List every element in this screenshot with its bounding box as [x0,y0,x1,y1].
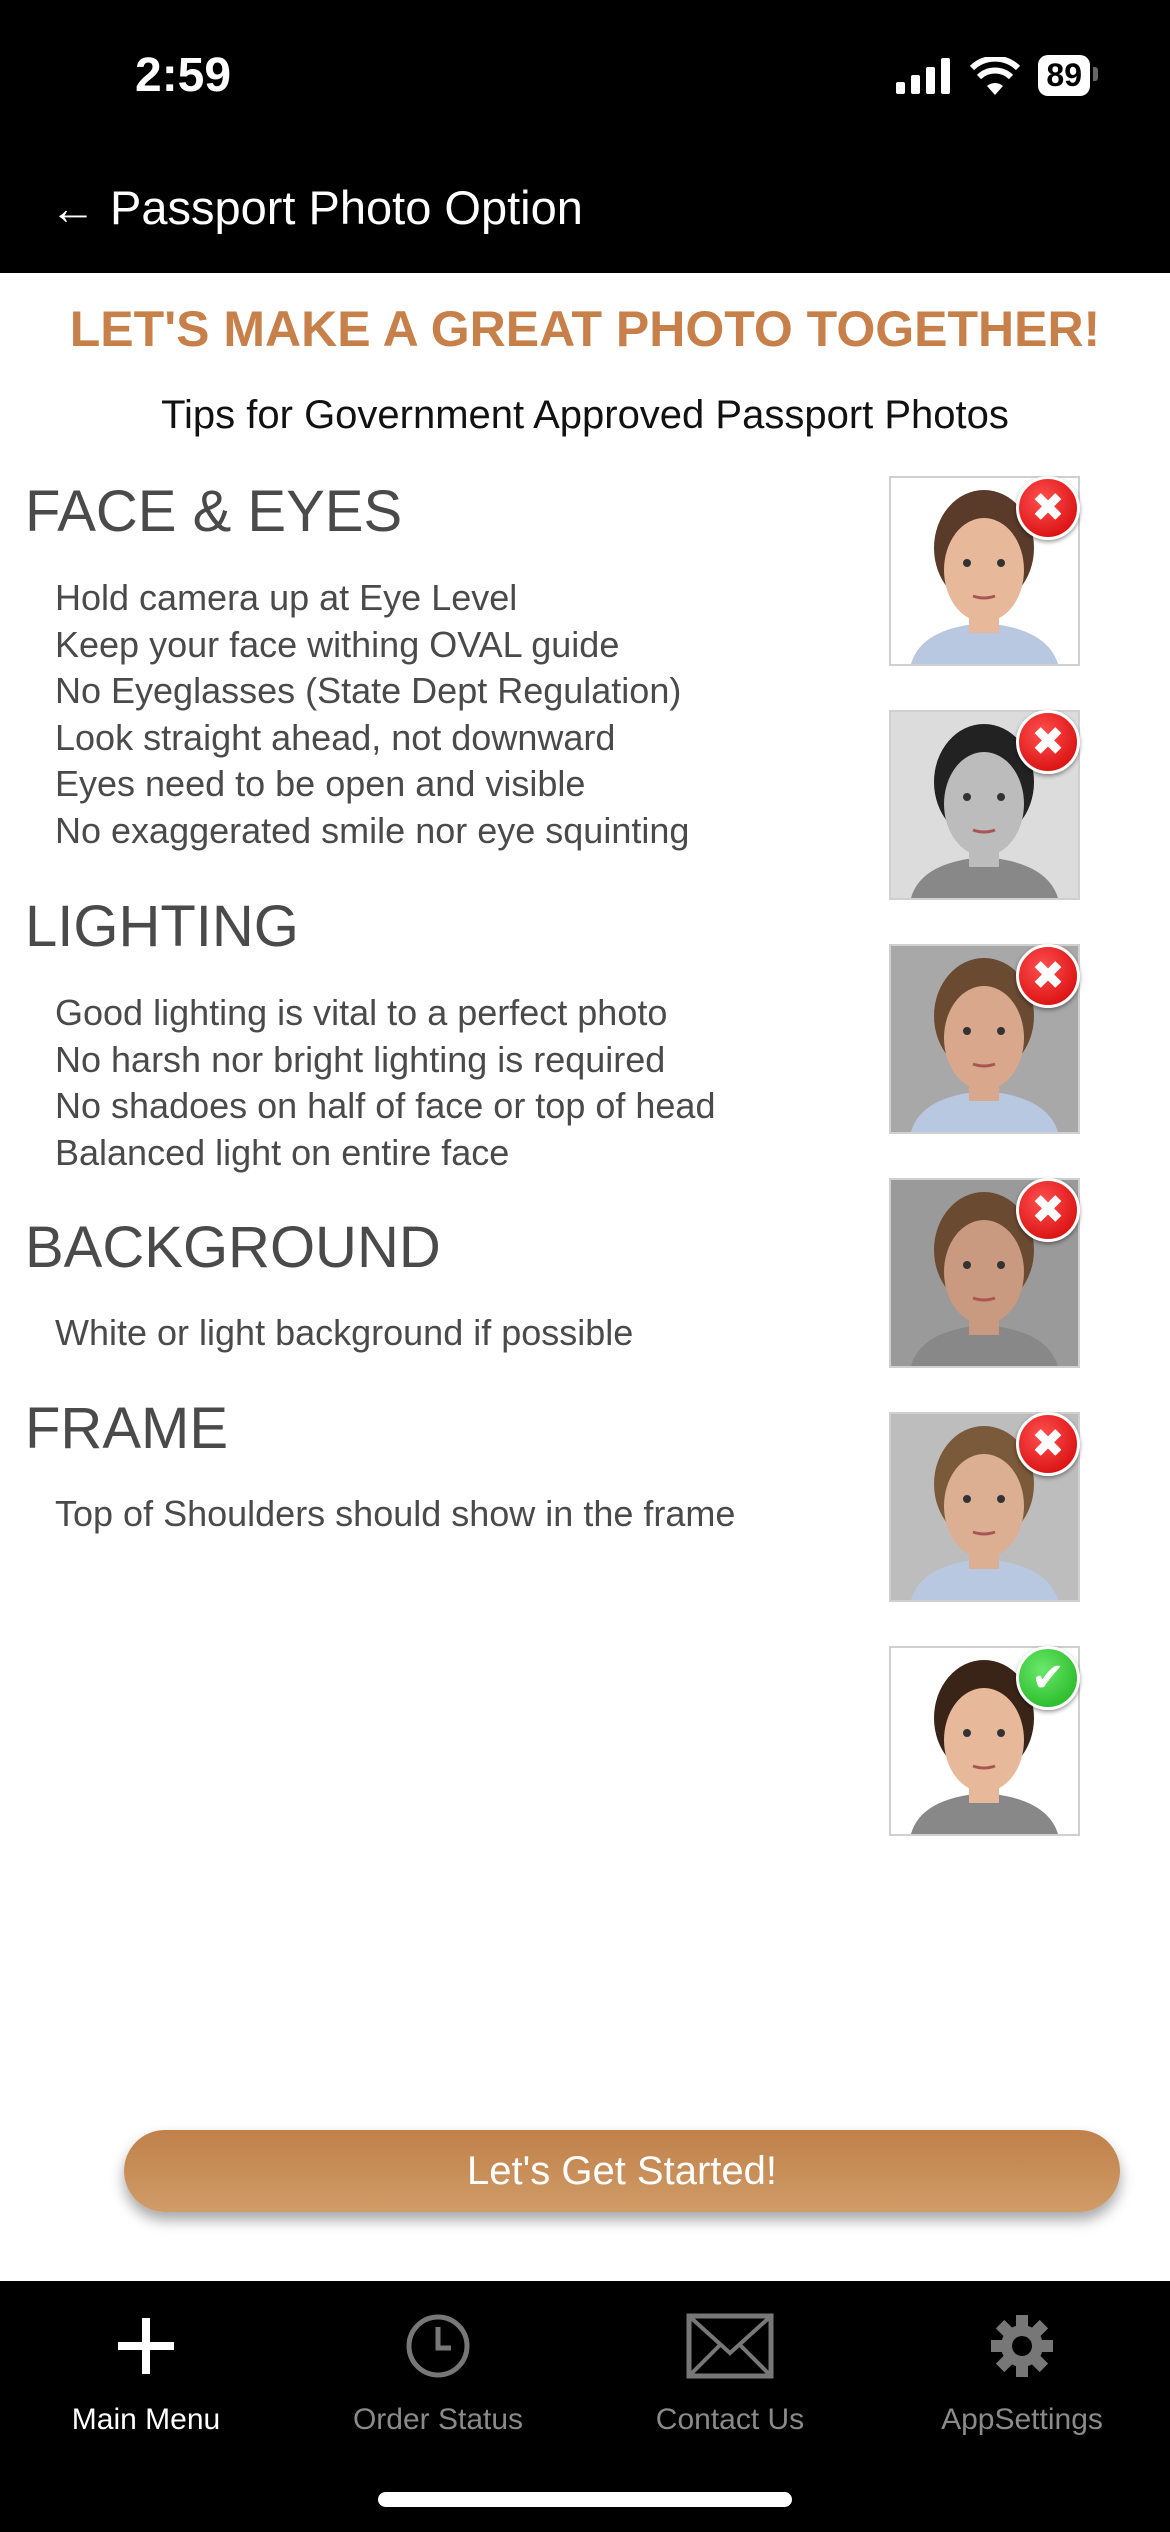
subtitle: Tips for Government Approved Passport Ph… [161,393,1009,437]
tip: Eyes need to be open and visible [55,763,586,804]
tip: Good lighting is vital to a perfect phot… [55,992,668,1033]
tab-contact-us[interactable]: Contact Us [584,2311,876,2437]
cellular-signal-icon [896,57,951,94]
arrow-left-icon[interactable]: ← [50,181,96,235]
tab-label: Contact Us [655,2403,805,2436]
tips-list: Good lighting is vital to a perfect phot… [55,990,715,1176]
main-title: LET'S MAKE A GREAT PHOTO TOGETHER! [69,301,1101,357]
tip: No exaggerated smile nor eye squinting [55,809,690,851]
example-photo: ✖ [889,944,1080,1134]
wifi-icon [970,56,1021,95]
tip: White or light background if possible [55,1312,634,1353]
section-heading: FRAME [25,1396,228,1461]
x-icon: ✖ [1016,1412,1080,1476]
example-photo: ✖ [889,710,1080,900]
tip: Top of Shoulders should show in the fram… [55,1493,736,1534]
tab-label: Order Status [352,2403,524,2436]
section-heading: FACE & EYES [25,479,403,544]
tip: Keep your face withing OVAL guide [55,623,620,665]
tip: Hold camera up at Eye Level [55,577,518,618]
example-photo: ✖ [889,1178,1080,1368]
tip: No Eyeglasses (State Dept Regulation) [55,670,682,711]
nav-header: ← Passport Photo Option [50,180,583,235]
home-indicator[interactable] [378,2492,792,2507]
tip: Look straight ahead, not downward [55,716,616,758]
tab-label: AppSettings [941,2403,1103,2436]
clock-icon [406,2314,470,2378]
get-started-button[interactable]: Let's Get Started! [124,2130,1120,2212]
tab-label: Main Menu [71,2403,221,2436]
gear-icon [991,2315,1053,2377]
x-icon: ✖ [1016,944,1080,1008]
battery-icon: 89 [1038,55,1098,96]
envelope-icon [686,2313,774,2379]
top-bar: 2:59 89 ← Passport Photo Option [0,0,1170,273]
tip: No harsh nor bright lighting is required [55,1038,666,1080]
x-icon: ✖ [1016,1178,1080,1242]
tab-main-menu[interactable]: Main Menu [0,2311,292,2437]
tab-order-status[interactable]: Order Status [292,2311,584,2437]
x-icon: ✖ [1016,476,1080,540]
tips-list: Hold camera up at Eye Level Keep your fa… [55,575,689,854]
example-photo: ✖ [889,1412,1080,1602]
status-icons: 89 [896,55,1098,96]
tips-list: Top of Shoulders should show in the fram… [55,1491,735,1538]
x-icon: ✖ [1016,710,1080,774]
section-heading: LIGHTING [25,894,299,959]
check-icon: ✔ [1016,1646,1080,1710]
example-photo: ✖ [889,476,1080,666]
plus-icon [118,2318,174,2374]
status-time: 2:59 [135,49,232,102]
page-title: Passport Photo Option [110,181,583,234]
tip: Balanced light on entire face [55,1131,510,1173]
tab-app-settings[interactable]: AppSettings [876,2311,1168,2437]
section-heading: BACKGROUND [25,1215,441,1280]
tip: No shadoes on half of face or top of hea… [55,1085,716,1126]
tips-list: White or light background if possible [55,1310,633,1357]
example-photo: ✔ [889,1646,1080,1836]
